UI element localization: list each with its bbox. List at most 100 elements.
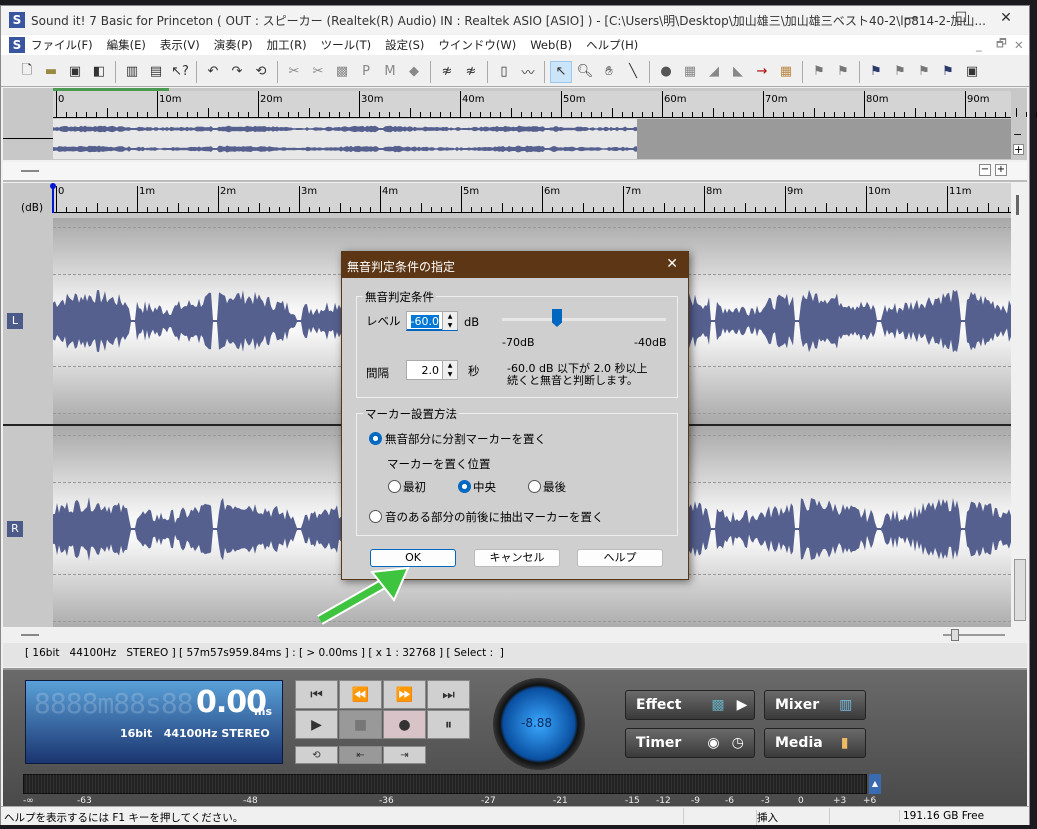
play-button[interactable]: ▶	[295, 710, 338, 739]
splitter[interactable]: − +	[3, 162, 1027, 182]
grid-icon[interactable]: ▦	[775, 61, 797, 83]
context-help-icon[interactable]: ↖?	[169, 61, 191, 83]
hand-icon[interactable]: ✋︎	[598, 61, 620, 83]
zoom-icon[interactable]: 🔍︎	[574, 61, 596, 83]
save-all-icon[interactable]: ◧	[88, 61, 110, 83]
fade-in-icon[interactable]: ≉	[436, 61, 458, 83]
zoom-out-button[interactable]: −	[979, 164, 991, 176]
insert-silence-icon[interactable]: →	[751, 61, 773, 83]
mixer-icon[interactable]: ▥	[121, 61, 143, 83]
marker-left-icon[interactable]: ⚑	[889, 61, 911, 83]
marker-icon[interactable]: ⚑	[808, 61, 830, 83]
split-marker-radio[interactable]	[369, 432, 382, 445]
meter-peak-button[interactable]: ▲	[869, 774, 881, 794]
timer-button[interactable]: Timer ◉ ◷	[625, 728, 755, 758]
dialog-title-bar: 無音判定条件の指定 ✕	[342, 252, 688, 278]
marker2-icon[interactable]: ⚑	[832, 61, 854, 83]
menu-tools[interactable]: ツール(T)	[321, 37, 372, 53]
minimize-button[interactable]: —	[891, 10, 931, 26]
loop-start-button[interactable]: ⇤	[339, 746, 382, 764]
level-slider-track[interactable]	[502, 318, 666, 321]
fade-ramp-down-icon[interactable]: ◣	[727, 61, 749, 83]
overview-zoom-out[interactable]: −	[1013, 128, 1022, 141]
effect-button[interactable]: Effect ▩ ▶	[625, 690, 755, 720]
record-disc-icon[interactable]: ●	[655, 61, 677, 83]
marker-prev-icon[interactable]: ⚑	[865, 61, 887, 83]
extract-marker-radio[interactable]	[369, 510, 382, 523]
overview-waveform[interactable]	[53, 119, 1011, 159]
interval-spinner[interactable]: ▲ ▼	[442, 361, 457, 379]
go-start-button[interactable]: ⏮	[295, 680, 338, 709]
overview-panel[interactable]: 0 10m 20m 30m 40m 50m 60m 70m 80m 90m − +	[3, 88, 1037, 160]
marker-right-icon[interactable]: ⚑	[913, 61, 935, 83]
position-last-radio[interactable]	[528, 480, 541, 493]
menu-edit[interactable]: 編集(E)	[107, 37, 146, 53]
media-button[interactable]: Media ▮	[764, 728, 866, 758]
repeat-icon[interactable]: ⟲	[250, 61, 272, 83]
close-button[interactable]: ✕	[986, 10, 1026, 26]
marker-list-icon[interactable]: ▣	[961, 61, 983, 83]
cancel-button[interactable]: キャンセル	[474, 549, 560, 567]
mdi-minimize[interactable]: _	[976, 38, 982, 52]
undo-icon[interactable]: ↶	[202, 61, 224, 83]
maximize-button[interactable]: ☐	[941, 10, 981, 26]
vertical-scroll-thumb[interactable]	[1014, 559, 1026, 621]
zoom-slider-thumb[interactable]	[951, 629, 959, 641]
ruler-label: 10m	[868, 186, 891, 197]
menu-play[interactable]: 演奏(P)	[214, 37, 253, 53]
level-input[interactable]: -60.0 ▲ ▼	[406, 311, 458, 331]
mixer-button[interactable]: Mixer ▥	[764, 690, 866, 720]
fade-out-icon[interactable]: ≉	[460, 61, 482, 83]
zoom-in-button[interactable]: +	[995, 164, 1007, 176]
go-end-button[interactable]: ⏭	[427, 680, 470, 709]
menu-settings[interactable]: 設定(S)	[385, 37, 424, 53]
mix-paste-icon[interactable]: M	[379, 61, 401, 83]
spectrum-icon[interactable]: ▯	[493, 61, 515, 83]
help-button[interactable]: ヘルプ	[577, 549, 663, 567]
copy-icon[interactable]: ✂	[307, 61, 329, 83]
record-button[interactable]: ●	[383, 710, 426, 739]
playhead	[52, 186, 54, 213]
menu-view[interactable]: 表示(V)	[160, 37, 200, 53]
mdi-restore[interactable]: 🗗	[996, 36, 1007, 55]
menu-window[interactable]: ウインドウ(W)	[438, 37, 516, 53]
marker-position-label: マーカーを置く位置	[387, 457, 491, 471]
loop-end-button[interactable]: ⇥	[383, 746, 426, 764]
level-unit: dB	[464, 315, 480, 329]
save-icon[interactable]: ▣	[64, 61, 86, 83]
loop-button[interactable]: ⟲	[295, 746, 338, 764]
wave-icon[interactable]: 〰	[517, 61, 539, 83]
menu-web[interactable]: Web(B)	[530, 38, 572, 52]
erase-icon[interactable]: ◆	[403, 61, 425, 83]
select-pointer-icon[interactable]: ↖	[550, 60, 572, 83]
paste-icon[interactable]: ▩	[331, 61, 353, 83]
marker-next-icon[interactable]: ⚑	[937, 61, 959, 83]
interval-input[interactable]: 2.0 ▲ ▼	[406, 360, 458, 380]
fast-forward-button[interactable]: ⏩	[383, 680, 426, 709]
paste-insert-icon[interactable]: P	[355, 61, 377, 83]
ruler-major-tick	[56, 91, 57, 117]
overview-zoom-in[interactable]: +	[1013, 144, 1024, 155]
menu-help[interactable]: ヘルプ(H)	[586, 37, 638, 53]
ruler-major-tick	[137, 186, 138, 212]
mdi-close[interactable]: ✕	[1014, 38, 1024, 52]
pencil-icon[interactable]: ╲	[622, 61, 644, 83]
position-center-radio[interactable]	[458, 480, 471, 493]
normalize-icon[interactable]: ▦	[679, 61, 701, 83]
menu-file[interactable]: ファイル(F)	[31, 37, 93, 53]
properties-icon[interactable]: ▤	[145, 61, 167, 83]
menu-process[interactable]: 加工(R)	[267, 37, 307, 53]
pause-button[interactable]: ⏸	[427, 710, 470, 739]
open-folder-icon[interactable]: ▬	[40, 61, 62, 83]
dialog-close-button[interactable]: ✕	[666, 256, 678, 272]
level-spinner[interactable]: ▲ ▼	[442, 312, 457, 330]
redo-icon[interactable]: ↷	[226, 61, 248, 83]
cut-icon[interactable]: ✂	[283, 61, 305, 83]
new-icon[interactable]: 🗋	[16, 61, 38, 83]
stop-button[interactable]: ■	[339, 710, 382, 739]
rewind-button[interactable]: ⏪	[339, 680, 382, 709]
position-first-radio[interactable]	[388, 480, 401, 493]
vertical-scrollbar[interactable]	[1011, 183, 1028, 627]
fade-ramp-up-icon[interactable]: ◢	[703, 61, 725, 83]
volume-knob[interactable]: -8.88	[493, 678, 585, 770]
